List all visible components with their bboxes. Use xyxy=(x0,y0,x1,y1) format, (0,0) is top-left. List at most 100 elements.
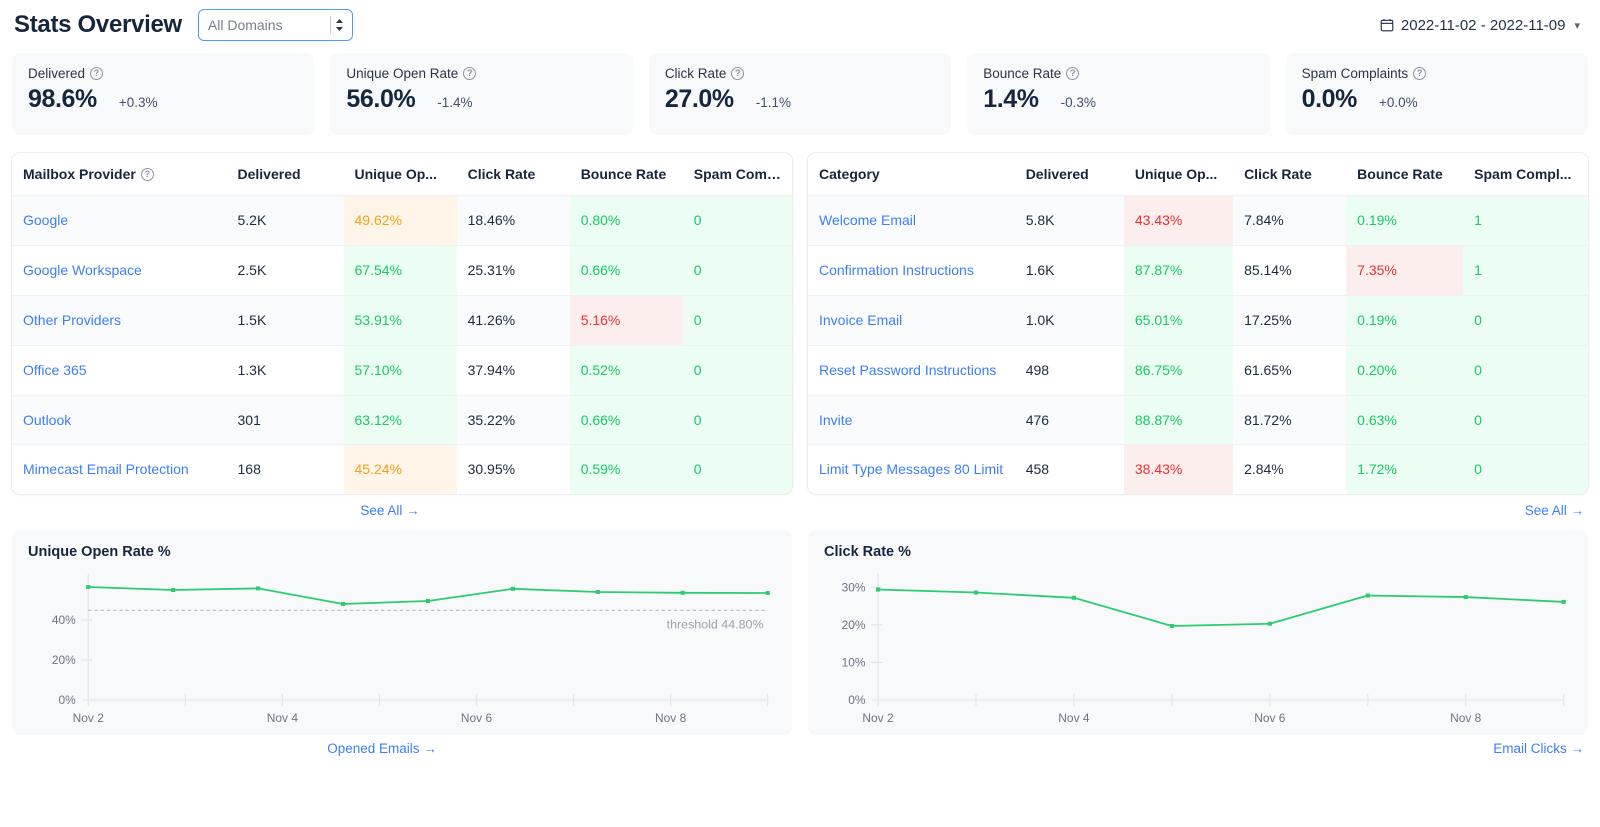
provider-link[interactable]: Google xyxy=(23,212,68,228)
table-row[interactable]: Limit Type Messages 80 Limit 458 38.43% … xyxy=(808,445,1588,494)
calendar-icon xyxy=(1380,18,1394,32)
cell-provider-name[interactable]: Office 365 xyxy=(12,345,227,395)
chevron-down-icon: ▾ xyxy=(1574,19,1580,32)
opened-emails-link[interactable]: Opened Emails → xyxy=(327,741,437,756)
cell-category-name[interactable]: Limit Type Messages 80 Limit xyxy=(808,445,1015,494)
table-row[interactable]: Office 365 1.3K 57.10% 37.94% 0.52% 0 xyxy=(12,345,792,395)
col-header-bounce-rate[interactable]: Bounce Rate xyxy=(1346,153,1463,196)
stat-card-bounce-rate: Bounce Rate ? 1.4% -0.3% xyxy=(967,53,1269,135)
provider-link[interactable]: Office 365 xyxy=(23,362,87,378)
table-row[interactable]: Invoice Email 1.0K 65.01% 17.25% 0.19% 0 xyxy=(808,295,1588,345)
stats-overview-page: Stats Overview All Domains 2022-11-02 - … xyxy=(0,0,1600,827)
cell-spam: 1 xyxy=(1463,196,1588,246)
col-header-delivered[interactable]: Delivered xyxy=(1015,153,1124,196)
stat-body: 56.0% -1.4% xyxy=(346,85,616,114)
category-link[interactable]: Invoice Email xyxy=(819,312,902,328)
cell-bounce-rate: 0.19% xyxy=(1346,196,1463,246)
table-row[interactable]: Mimecast Email Protection 168 45.24% 30.… xyxy=(12,445,792,494)
table-row[interactable]: Google Workspace 2.5K 67.54% 25.31% 0.66… xyxy=(12,245,792,295)
col-header-spam[interactable]: Spam Compl... xyxy=(683,153,792,196)
see-all-link[interactable]: See All → xyxy=(360,503,419,518)
table-row[interactable]: Confirmation Instructions 1.6K 87.87% 85… xyxy=(808,245,1588,295)
svg-text:20%: 20% xyxy=(52,655,76,668)
cell-delivered: 1.3K xyxy=(227,345,344,395)
cell-provider-name[interactable]: Google xyxy=(12,196,227,246)
category-link[interactable]: Limit Type Messages 80 Limit xyxy=(819,461,1003,477)
cell-open-rate: 67.54% xyxy=(344,245,457,295)
category-link[interactable]: Welcome Email xyxy=(819,212,916,228)
email-clicks-link[interactable]: Email Clicks → xyxy=(1493,741,1584,756)
provider-link[interactable]: Google Workspace xyxy=(23,262,142,278)
stat-value: 0.0% xyxy=(1302,85,1357,114)
provider-link[interactable]: Other Providers xyxy=(23,312,121,328)
col-header-click-rate[interactable]: Click Rate xyxy=(1233,153,1346,196)
see-all-link[interactable]: See All → xyxy=(1525,503,1584,518)
table-row[interactable]: Other Providers 1.5K 53.91% 41.26% 5.16%… xyxy=(12,295,792,345)
help-icon[interactable]: ? xyxy=(1413,67,1426,80)
stat-body: 0.0% +0.0% xyxy=(1302,85,1572,114)
stat-label-text: Unique Open Rate xyxy=(346,66,458,81)
click-rate-chart-card: Click Rate % 0%10%20%30%Nov 2Nov 4Nov 6N… xyxy=(808,530,1588,735)
cell-category-name[interactable]: Invoice Email xyxy=(808,295,1015,345)
table-row[interactable]: Google 5.2K 49.62% 18.46% 0.80% 0 xyxy=(12,196,792,246)
cell-click-rate: 17.25% xyxy=(1233,295,1346,345)
col-header-unique-open[interactable]: Unique Op... xyxy=(1124,153,1233,196)
help-icon[interactable]: ? xyxy=(90,67,103,80)
date-range-picker[interactable]: 2022-11-02 - 2022-11-09 ▾ xyxy=(1380,17,1586,34)
cell-provider-name[interactable]: Mimecast Email Protection xyxy=(12,445,227,494)
stat-delta: -1.1% xyxy=(756,95,791,110)
cell-category-name[interactable]: Welcome Email xyxy=(808,196,1015,246)
help-icon[interactable]: ? xyxy=(1066,67,1079,80)
cell-spam: 0 xyxy=(683,196,792,246)
help-icon[interactable]: ? xyxy=(731,67,744,80)
col-header-bounce-rate[interactable]: Bounce Rate xyxy=(570,153,683,196)
table-row[interactable]: Welcome Email 5.8K 43.43% 7.84% 0.19% 1 xyxy=(808,196,1588,246)
cell-open-rate: 57.10% xyxy=(344,345,457,395)
cell-bounce-rate: 1.72% xyxy=(1346,445,1463,494)
provider-table-card: Mailbox Provider? Delivered Unique Op...… xyxy=(12,153,792,494)
stat-value: 27.0% xyxy=(665,85,734,114)
open-rate-chart-footer: Opened Emails → xyxy=(12,735,792,756)
provider-link[interactable]: Mimecast Email Protection xyxy=(23,461,189,477)
table-row[interactable]: Reset Password Instructions 498 86.75% 6… xyxy=(808,345,1588,395)
svg-text:threshold 44.80%: threshold 44.80% xyxy=(667,618,764,632)
svg-text:Nov 2: Nov 2 xyxy=(862,713,893,726)
col-header-delivered[interactable]: Delivered xyxy=(227,153,344,196)
page-header: Stats Overview All Domains 2022-11-02 - … xyxy=(12,0,1588,50)
cell-delivered: 1.5K xyxy=(227,295,344,345)
col-header-unique-open[interactable]: Unique Op... xyxy=(344,153,457,196)
cell-category-name[interactable]: Invite xyxy=(808,395,1015,445)
cell-delivered: 5.8K xyxy=(1015,196,1124,246)
cell-delivered: 2.5K xyxy=(227,245,344,295)
cell-provider-name[interactable]: Other Providers xyxy=(12,295,227,345)
help-icon[interactable]: ? xyxy=(141,168,154,181)
domain-select-wrapper[interactable]: All Domains xyxy=(190,9,353,41)
col-header-category[interactable]: Category xyxy=(808,153,1015,196)
cell-provider-name[interactable]: Google Workspace xyxy=(12,245,227,295)
col-header-spam[interactable]: Spam Compl... xyxy=(1463,153,1588,196)
provider-table-body: Google 5.2K 49.62% 18.46% 0.80% 0 Google… xyxy=(12,196,792,495)
cell-open-rate: 65.01% xyxy=(1124,295,1233,345)
cell-spam: 1 xyxy=(1463,245,1588,295)
category-link[interactable]: Confirmation Instructions xyxy=(819,262,974,278)
open-rate-chart-card: Unique Open Rate % 0%20%40%Nov 2Nov 4Nov… xyxy=(12,530,792,735)
table-row[interactable]: Outlook 301 63.12% 35.22% 0.66% 0 xyxy=(12,395,792,445)
domain-select[interactable]: All Domains xyxy=(198,9,353,41)
cell-open-rate: 87.87% xyxy=(1124,245,1233,295)
click-rate-chart-column: Click Rate % 0%10%20%30%Nov 2Nov 4Nov 6N… xyxy=(808,530,1588,756)
col-header-mailbox-provider[interactable]: Mailbox Provider? xyxy=(12,153,227,196)
table-row[interactable]: Invite 476 88.87% 81.72% 0.63% 0 xyxy=(808,395,1588,445)
click-rate-line-chart: 0%10%20%30%Nov 2Nov 4Nov 6Nov 8 xyxy=(824,562,1572,730)
cell-spam: 0 xyxy=(1463,445,1588,494)
help-icon[interactable]: ? xyxy=(463,67,476,80)
col-header-click-rate[interactable]: Click Rate xyxy=(457,153,570,196)
svg-text:0%: 0% xyxy=(848,695,865,708)
cell-category-name[interactable]: Reset Password Instructions xyxy=(808,345,1015,395)
provider-link[interactable]: Outlook xyxy=(23,412,71,428)
cell-provider-name[interactable]: Outlook xyxy=(12,395,227,445)
cell-category-name[interactable]: Confirmation Instructions xyxy=(808,245,1015,295)
stat-label: Click Rate ? xyxy=(665,66,935,81)
category-link[interactable]: Invite xyxy=(819,412,852,428)
cell-spam: 0 xyxy=(1463,395,1588,445)
category-link[interactable]: Reset Password Instructions xyxy=(819,362,996,378)
